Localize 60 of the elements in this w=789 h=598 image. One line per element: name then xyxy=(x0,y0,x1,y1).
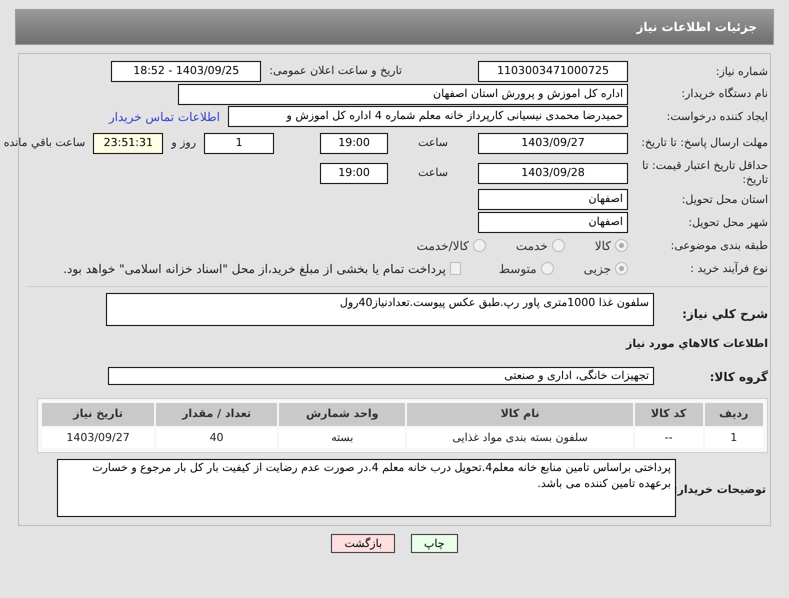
column-header: تعداد / مقدار xyxy=(156,403,277,426)
checkbox-label: پرداخت تمام یا بخشی از مبلغ خرید،از محل "اسناد خزانه اسلامی" خواهد بود. xyxy=(63,260,446,278)
countdown-field[interactable]: 23:51:31 xyxy=(93,132,164,154)
text-field[interactable]: اصفهان xyxy=(478,212,628,233)
table-cell: 1 xyxy=(704,428,763,448)
field-label: مهلت ارسال پاسخ: تا تاریخ: xyxy=(641,136,768,150)
text-field[interactable]: اداره کل اموزش و پرورش استان اصفهان xyxy=(178,84,628,104)
buyer-notes-textarea[interactable]: پرداختی براساس تامین منابع خانه معلم4.تحویل درب خانه معلم 4.در صورت عدم رضایت از کیفیت بار کل بار مرجوع و خسارت برعهده تامین کننده می باشد. xyxy=(57,459,676,517)
radio-button[interactable] xyxy=(615,262,628,275)
text-field[interactable]: 19:00 xyxy=(320,162,388,184)
section-title: اطلاعات کالاهاي مورد نياز xyxy=(626,337,768,350)
field-label: روز و xyxy=(171,134,196,151)
radio-label: جزیی xyxy=(584,260,611,278)
radio-button[interactable] xyxy=(552,239,565,252)
field-label: تاریخ و ساعت اعلان عمومی: xyxy=(269,63,402,80)
table-cell: -- xyxy=(634,428,703,448)
radio-label: متوسط xyxy=(498,260,537,278)
table-cell: 1403/09/27 xyxy=(42,428,154,448)
field-label: نوع فرآیند خرید : xyxy=(690,262,768,276)
text-field[interactable]: 19:00 xyxy=(320,132,388,154)
text-field[interactable]: 1 xyxy=(204,132,274,154)
field-label: شرح کلي نياز: xyxy=(682,307,768,321)
field-label: ایجاد کننده درخواست: xyxy=(666,110,768,124)
field-label: ساعت xyxy=(418,134,448,151)
field-label: شماره نیاز: xyxy=(716,64,768,78)
text-field[interactable]: 1403/09/27 xyxy=(478,132,628,154)
goods-group-field[interactable]: تجهیزات خانگی، اداری و صنعتی xyxy=(108,367,654,385)
checkbox[interactable] xyxy=(450,262,461,275)
field-label: شهر محل تحویل: xyxy=(688,216,768,230)
text-field[interactable]: اصفهان xyxy=(478,189,628,210)
field-label: حداقل تاریخ اعتبار قیمت: تا تاریخ: xyxy=(641,159,768,187)
radio-button[interactable] xyxy=(540,262,554,275)
text-field[interactable]: حمیدرضا محمدی نیسیانی کارپرداز خانه معلم شماره 4 اداره کل اموزش و xyxy=(228,106,628,127)
table-cell: سلفون بسته بندی مواد غذایی xyxy=(407,428,633,448)
header-title: جزئیات اطلاعات نیاز xyxy=(636,19,757,36)
text-field[interactable]: 1403/09/28 xyxy=(478,162,628,184)
field-label: ساعت xyxy=(418,164,448,181)
contact-link[interactable]: اطلاعات تماس خریدار xyxy=(108,108,220,126)
table-cell: بسته xyxy=(279,428,406,448)
column-header: واحد شمارش xyxy=(279,403,406,426)
column-header: نام کالا xyxy=(407,403,633,426)
radio-button[interactable] xyxy=(472,239,486,252)
text-field[interactable]: 1103003471000725 xyxy=(478,61,628,82)
field-label: ساعت باقي مانده xyxy=(4,134,86,151)
print-button[interactable]: چاپ xyxy=(411,534,458,553)
field-label: طبقه بندی موضوعی: xyxy=(670,238,768,252)
text-field[interactable]: 1403/09/25 - 18:52 xyxy=(111,61,262,82)
field-label: استان محل تحویل: xyxy=(682,192,768,206)
description-textarea[interactable]: سلفون غذا 1000متری پاور رپ.طبق عکس پیوست.تعدادنیاز40رول xyxy=(106,293,654,326)
column-header: تاریخ نیاز xyxy=(42,403,154,426)
back-button[interactable]: بازگشت xyxy=(331,534,396,553)
radio-label: کالا xyxy=(594,238,611,254)
column-header: ردیف xyxy=(704,403,763,426)
field-label: نام دستگاه خریدار: xyxy=(681,87,768,101)
table-cell: 40 xyxy=(156,428,277,448)
radio-label: کالا/خدمت xyxy=(416,238,469,254)
column-header: کد کالا xyxy=(634,403,703,426)
radio-button[interactable] xyxy=(615,239,628,252)
field-label: گروه کالا: xyxy=(710,370,768,384)
radio-label: خدمت xyxy=(516,238,548,254)
